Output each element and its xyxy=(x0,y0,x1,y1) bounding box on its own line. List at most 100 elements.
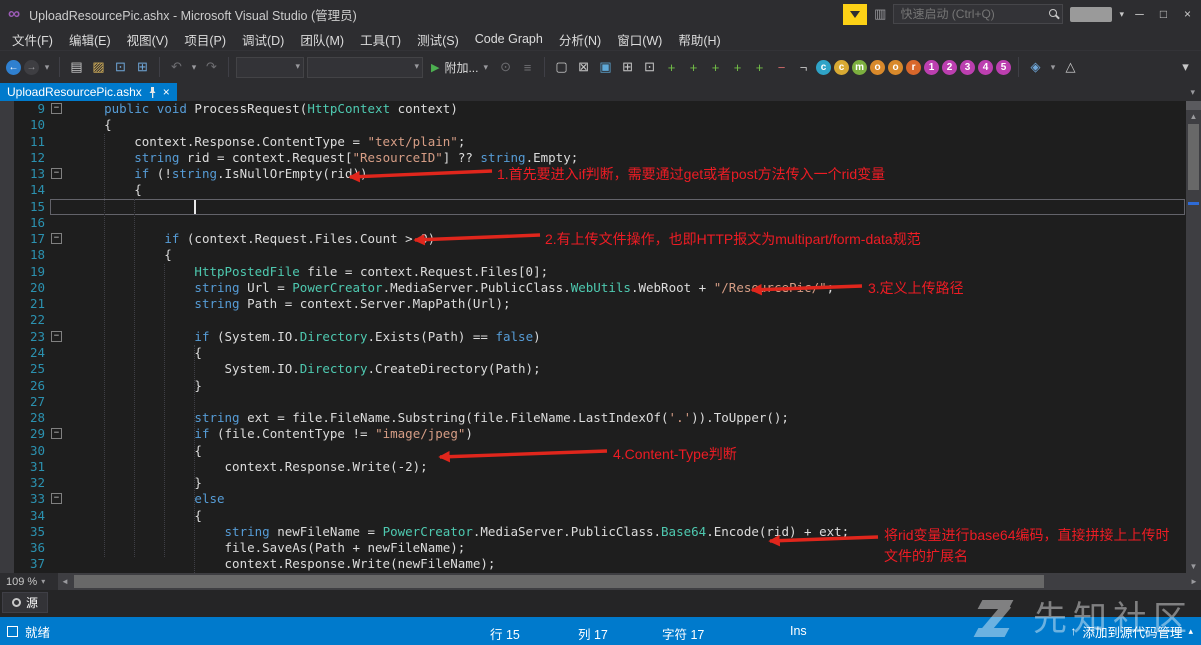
toolbar-overflow-icon[interactable]: ▾ xyxy=(1176,59,1195,75)
breakpoint-margin[interactable] xyxy=(0,410,14,426)
collapse-region-icon[interactable]: ¬ xyxy=(794,60,813,75)
code-line-35[interactable]: 35 string newFileName = PowerCreator.Med… xyxy=(0,524,1186,540)
user-account-pill[interactable] xyxy=(1070,7,1112,22)
vertical-scrollbar[interactable]: ▲ ▼ xyxy=(1186,101,1201,573)
breakpoint-margin[interactable] xyxy=(0,443,14,459)
breakpoint-margin[interactable] xyxy=(0,101,14,117)
bookmark-3-icon[interactable]: 3 xyxy=(960,60,975,75)
minimize-button[interactable]: ─ xyxy=(1131,7,1148,21)
scroll-up-icon[interactable]: ▲ xyxy=(1186,111,1201,123)
debug-option-icon-1[interactable]: ⊙ xyxy=(496,59,515,75)
redo-icon[interactable]: ↷ xyxy=(202,59,221,75)
breakpoint-margin[interactable] xyxy=(0,475,14,491)
maximize-button[interactable]: □ xyxy=(1155,7,1172,21)
new-file-icon[interactable]: ▤ xyxy=(67,59,86,75)
debug-target-combo-caret-icon[interactable]: ▾ xyxy=(295,61,300,72)
fold-toggle-icon[interactable]: − xyxy=(51,331,62,342)
debug-target-combo[interactable]: ▾ xyxy=(236,57,304,78)
breakpoint-margin[interactable] xyxy=(0,345,14,361)
undo-dropdown-icon[interactable]: ▾ xyxy=(189,62,199,73)
menu-item-12[interactable]: 帮助(H) xyxy=(670,28,728,51)
scroll-down-icon[interactable]: ▼ xyxy=(1186,561,1201,573)
breakpoint-margin[interactable] xyxy=(0,540,14,556)
breakpoint-margin[interactable] xyxy=(0,491,14,507)
code-line-13[interactable]: 13− if (!string.IsNullOrEmpty(rid)) xyxy=(0,166,1186,182)
window-tool-icon-5[interactable]: ⊡ xyxy=(640,59,659,75)
vertical-scroll-thumb[interactable] xyxy=(1188,124,1199,190)
breakpoint-margin[interactable] xyxy=(0,150,14,166)
fold-toggle-icon[interactable]: − xyxy=(51,233,62,244)
add-item-icon-2[interactable]: + xyxy=(684,60,703,75)
split-handle[interactable] xyxy=(1186,101,1201,110)
fold-toggle-icon[interactable]: − xyxy=(51,103,62,114)
code-line-14[interactable]: 14 { xyxy=(0,182,1186,198)
horizontal-scrollbar[interactable] xyxy=(72,573,1187,590)
code-line-37[interactable]: 37 context.Response.Write(newFileName); xyxy=(0,556,1186,572)
zoom-dropdown-icon[interactable]: ▾ xyxy=(41,577,45,586)
horizontal-scroll-thumb[interactable] xyxy=(74,575,1044,588)
breakpoint-margin[interactable] xyxy=(0,394,14,410)
fold-toggle-icon[interactable]: − xyxy=(51,168,62,179)
extension-badge-c1[interactable]: c xyxy=(816,60,831,75)
breakpoint-margin[interactable] xyxy=(0,280,14,296)
breakpoint-margin[interactable] xyxy=(0,134,14,150)
bookmark-5-icon[interactable]: 5 xyxy=(996,60,1011,75)
extension-badge-o1[interactable]: o xyxy=(870,60,885,75)
menu-item-9[interactable]: Code Graph xyxy=(467,30,551,48)
tool-wrench-icon[interactable]: ◈ xyxy=(1026,59,1045,75)
menu-item-2[interactable]: 编辑(E) xyxy=(61,28,119,51)
open-folder-icon[interactable]: ▨ xyxy=(89,59,108,75)
fold-toggle-icon[interactable]: − xyxy=(51,493,62,504)
breakpoint-margin[interactable] xyxy=(0,231,14,247)
code-line-34[interactable]: 34 { xyxy=(0,508,1186,524)
code-line-12[interactable]: 12 string rid = context.Request["Resourc… xyxy=(0,150,1186,166)
remove-item-icon[interactable]: − xyxy=(772,60,791,75)
extension-badge-c2[interactable]: c xyxy=(834,60,849,75)
bookmark-1-icon[interactable]: 1 xyxy=(924,60,939,75)
code-line-22[interactable]: 22 xyxy=(0,312,1186,328)
code-line-30[interactable]: 30 { xyxy=(0,443,1186,459)
close-button[interactable]: × xyxy=(1179,7,1196,21)
document-list-dropdown-icon[interactable]: ▾ xyxy=(1190,87,1201,101)
code-line-21[interactable]: 21 string Path = context.Server.MapPath(… xyxy=(0,296,1186,312)
code-line-16[interactable]: 16 xyxy=(0,215,1186,231)
code-line-26[interactable]: 26 } xyxy=(0,378,1186,394)
breakpoint-margin[interactable] xyxy=(0,508,14,524)
add-item-icon-1[interactable]: + xyxy=(662,60,681,75)
scroll-right-icon[interactable]: ► xyxy=(1187,573,1201,590)
debug-option-icon-2[interactable]: ≡ xyxy=(518,60,537,75)
window-tool-icon-2[interactable]: ⊠ xyxy=(574,59,593,75)
code-line-24[interactable]: 24 { xyxy=(0,345,1186,361)
bookmark-2-icon[interactable]: 2 xyxy=(942,60,957,75)
code-editor[interactable]: 9− public void ProcessRequest(HttpContex… xyxy=(0,101,1201,573)
menu-item-5[interactable]: 调试(D) xyxy=(234,28,292,51)
breakpoint-margin[interactable] xyxy=(0,361,14,377)
save-all-icon[interactable]: ⊞ xyxy=(133,59,152,75)
window-tool-icon-4[interactable]: ⊞ xyxy=(618,59,637,75)
menu-item-1[interactable]: 文件(F) xyxy=(4,28,61,51)
solution-platform-combo-caret-icon[interactable]: ▾ xyxy=(414,61,419,72)
code-line-18[interactable]: 18 { xyxy=(0,247,1186,263)
code-line-10[interactable]: 10 { xyxy=(0,117,1186,133)
breakpoint-margin[interactable] xyxy=(0,329,14,345)
code-line-29[interactable]: 29− if (file.ContentType != "image/jpeg"… xyxy=(0,426,1186,442)
breakpoint-margin[interactable] xyxy=(0,378,14,394)
menu-item-6[interactable]: 团队(M) xyxy=(292,28,352,51)
zoom-control[interactable]: 109 %▾ xyxy=(0,573,58,590)
code-line-17[interactable]: 17− if (context.Request.Files.Count > 0) xyxy=(0,231,1186,247)
user-dropdown-icon[interactable]: ▾ xyxy=(1119,9,1124,20)
breakpoint-margin[interactable] xyxy=(0,296,14,312)
code-line-32[interactable]: 32 } xyxy=(0,475,1186,491)
source-view-tab[interactable]: 源 xyxy=(2,592,48,613)
tool-dropdown-icon[interactable]: ▾ xyxy=(1048,62,1058,73)
add-item-icon-4[interactable]: + xyxy=(728,60,747,75)
bookmark-4-icon[interactable]: 4 xyxy=(978,60,993,75)
code-line-11[interactable]: 11 context.Response.ContentType = "text/… xyxy=(0,134,1186,150)
fold-toggle-icon[interactable]: − xyxy=(51,428,62,439)
breakpoint-margin[interactable] xyxy=(0,264,14,280)
code-line-15[interactable]: 15 xyxy=(0,199,1186,215)
tool-flask-icon[interactable]: △ xyxy=(1061,59,1080,75)
navigate-forward-icon[interactable]: → xyxy=(24,60,39,75)
menu-item-3[interactable]: 视图(V) xyxy=(119,28,177,51)
code-line-28[interactable]: 28 string ext = file.FileName.Substring(… xyxy=(0,410,1186,426)
